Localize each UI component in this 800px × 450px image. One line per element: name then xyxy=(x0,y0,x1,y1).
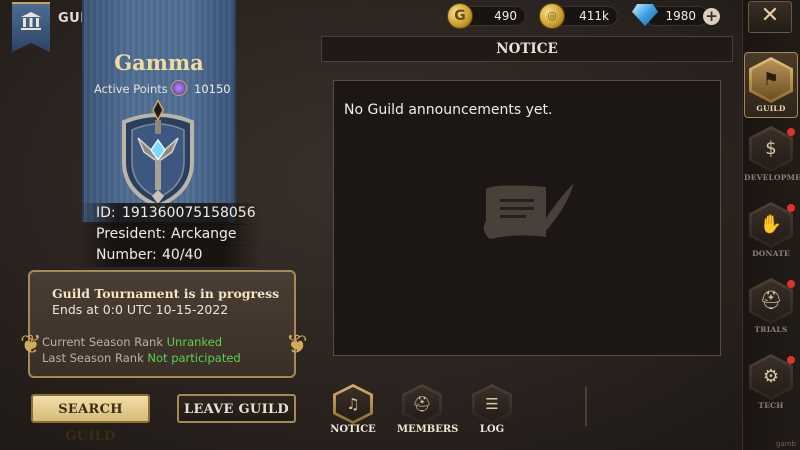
notice-message: No Guild announcements yet. xyxy=(344,102,553,118)
tab-notice[interactable]: ♫ NOTICE xyxy=(328,384,378,435)
member-count-value: 40/40 xyxy=(162,247,203,263)
sidebar-item-label: DONATE xyxy=(752,249,790,258)
scroll-icon: ☰ xyxy=(475,387,509,421)
tab-members-frame: ⛑ xyxy=(402,384,442,424)
hands-icon: ✋ xyxy=(752,205,790,245)
notice-header: NOTICE xyxy=(321,36,733,62)
leave-guild-button[interactable]: LEAVE GUILD xyxy=(177,394,296,423)
helmet-icon: ⛑ xyxy=(752,281,790,321)
guild-president-row: President: Arckange xyxy=(80,224,260,246)
tournament-end-time: Ends at 0:0 UTC 10-15-2022 xyxy=(52,302,229,317)
helmet-icon: ⛑ xyxy=(405,387,439,421)
close-button[interactable]: ✕ xyxy=(748,1,792,33)
guild-number-row: Number: 40/40 xyxy=(80,245,260,267)
tab-log[interactable]: ☰ LOG xyxy=(467,384,517,435)
tab-notice-label: NOTICE xyxy=(330,424,376,435)
current-season-rank-label: Current Season Rank xyxy=(42,335,163,349)
sidebar-item-development[interactable]: $ DEVELOPMENT xyxy=(744,126,800,192)
coin-value: 411k xyxy=(579,9,609,23)
tournament-panel: Guild Tournament is in progress Ends at … xyxy=(28,270,296,378)
add-diamonds-button[interactable]: + xyxy=(703,8,720,25)
laurel-right-icon: ❦ xyxy=(286,330,308,360)
horn-icon: ♫ xyxy=(336,387,370,421)
sidebar-item-label: TECH xyxy=(758,401,784,410)
sidebar-item-trials[interactable]: ⛑ TRIALS xyxy=(744,278,798,344)
sidebar-item-label: GUILD xyxy=(756,104,786,113)
scroll-quill-icon xyxy=(483,183,574,239)
current-season-rank-value: Unranked xyxy=(166,335,223,349)
last-season-rank: Last Season Rank Not participated xyxy=(42,351,241,365)
gold-counter: G 490 xyxy=(447,3,526,29)
president-value: Arckange xyxy=(171,226,237,242)
alert-badge xyxy=(787,204,795,212)
guild-id-value: 191360075158056 xyxy=(122,205,256,221)
laurel-left-icon: ❦ xyxy=(20,330,42,360)
sidebar-guild-frame: ⚑ xyxy=(749,57,793,103)
gold-coin-icon: G xyxy=(447,3,473,29)
tab-notice-frame: ♫ xyxy=(333,384,373,424)
watermark: gamb xyxy=(776,440,796,448)
guild-badge-icon xyxy=(12,2,50,52)
tab-members-label: MEMBERS xyxy=(397,424,459,435)
current-season-rank: Current Season Rank Unranked xyxy=(42,335,222,349)
alert-badge xyxy=(787,356,795,364)
member-count-label: Number: xyxy=(96,247,157,263)
tab-divider xyxy=(585,386,587,426)
notice-board: No Guild announcements yet. xyxy=(333,80,721,356)
president-label: President: xyxy=(96,226,167,242)
sidebar-item-guild[interactable]: ⚑ GUILD xyxy=(744,52,798,118)
sidebar-item-tech[interactable]: ⚙ TECH xyxy=(744,354,798,420)
tab-members[interactable]: ⛑ MEMBERS xyxy=(397,384,459,435)
guild-id-label: ID: xyxy=(96,205,116,221)
diamond-value: 1980 xyxy=(665,9,696,23)
coin-stack-icon: ◎ xyxy=(539,3,565,29)
guild-id-row: ID: 191360075158056 xyxy=(80,203,260,225)
coin-counter: ◎ 411k xyxy=(539,3,618,29)
guild-name: Gamma xyxy=(114,50,204,75)
alert-badge xyxy=(787,280,795,288)
active-points-label: Active Points xyxy=(94,82,168,96)
diamond-counter: 1980 + xyxy=(632,4,720,26)
active-points-icon xyxy=(171,80,187,96)
money-bag-icon: $ xyxy=(752,129,790,169)
tournament-title: Guild Tournament is in progress xyxy=(52,286,280,301)
diamond-icon xyxy=(632,4,658,26)
banner-icon: ⚑ xyxy=(752,60,790,100)
sidebar-item-label: DEVELOPMENT xyxy=(744,173,800,182)
active-points-value: 10150 xyxy=(194,82,231,96)
sidebar-item-label: TRIALS xyxy=(754,325,788,334)
gold-value: 490 xyxy=(494,9,517,23)
sidebar-item-donate[interactable]: ✋ DONATE xyxy=(744,202,798,268)
tab-log-frame: ☰ xyxy=(472,384,512,424)
guild-emblem-icon xyxy=(122,100,194,209)
last-season-rank-label: Last Season Rank xyxy=(42,351,144,365)
gear-icon: ⚙ xyxy=(752,357,790,397)
alert-badge xyxy=(787,128,795,136)
last-season-rank-value: Not participated xyxy=(147,351,241,365)
search-guild-button[interactable]: SEARCH GUILD xyxy=(31,394,150,444)
tab-log-label: LOG xyxy=(479,424,505,435)
